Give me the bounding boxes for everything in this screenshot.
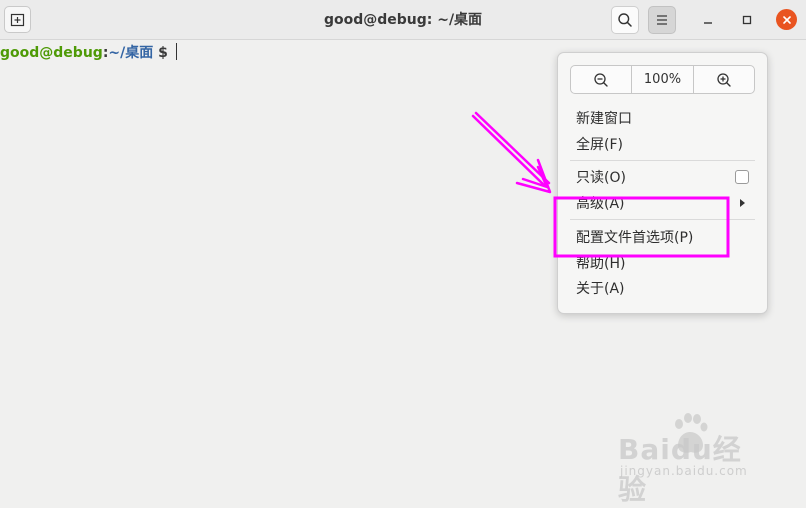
title-bar: good@debug: ~/桌面 [0,0,806,40]
prompt-symbol: $ [158,45,168,61]
zoom-out-button[interactable] [571,66,631,93]
menu-item-about[interactable]: 关于(A) [576,280,625,298]
menu-item-read-only[interactable]: 只读(O) [576,169,626,187]
close-icon [782,15,791,24]
window-title: good@debug: ~/桌面 [323,12,483,28]
maximize-icon [742,15,752,25]
search-button[interactable] [611,6,639,34]
new-tab-icon [10,13,25,27]
menu-item-profile-preferences[interactable]: 配置文件首选项(P) [576,229,693,247]
menu-item-help[interactable]: 帮助(H) [576,255,625,273]
zoom-in-icon [717,72,731,87]
zoom-in-button[interactable] [692,66,754,93]
menu-item-new-window[interactable]: 新建窗口 [576,110,632,128]
text-cursor [175,43,177,60]
minimize-button[interactable] [697,9,719,31]
search-icon [618,13,632,27]
hamburger-menu-button[interactable] [648,6,676,34]
prompt-user: good@debug [0,45,103,61]
zoom-out-icon [594,72,608,87]
menu-divider [570,160,755,161]
zoom-level-button[interactable]: 100% [631,66,692,93]
zoom-controls: 100% [570,65,755,94]
shell-prompt: good@debug:~/桌面 $ [0,43,177,62]
read-only-checkbox[interactable] [735,170,749,184]
menu-item-fullscreen[interactable]: 全屏(F) [576,136,623,154]
maximize-button[interactable] [736,9,758,31]
menu-item-advanced[interactable]: 高级(A) [576,195,625,213]
submenu-arrow-icon [740,199,745,207]
new-tab-button[interactable] [4,6,31,33]
menu-divider [570,219,755,220]
hamburger-icon [657,15,667,25]
terminal-menu-popover: 100% 新建窗口 全屏(F) 只读(O) 高级(A) 配置文件首选项(P) 帮… [557,52,768,314]
minimize-icon [704,22,712,24]
close-button[interactable] [776,9,797,30]
prompt-path: ~/桌面 [108,45,154,61]
